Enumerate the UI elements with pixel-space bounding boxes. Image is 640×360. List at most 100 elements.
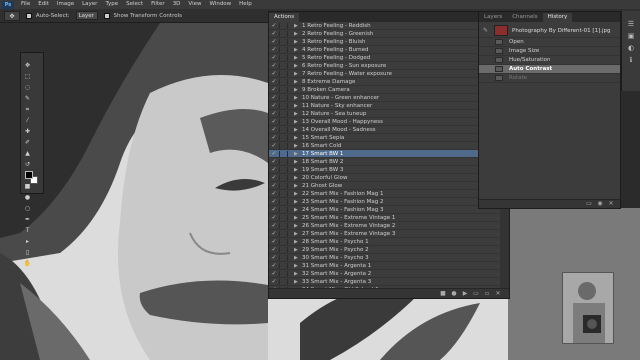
action-item[interactable]: ✓ ▶ 4 Retro Feeling - Burned (269, 46, 499, 54)
history-state[interactable]: Open (479, 38, 620, 47)
toggle-item-check-icon[interactable]: ✓ (269, 262, 279, 269)
action-item[interactable]: ✓ ▶ 1 Retro Feeling - Reddish (269, 22, 499, 30)
expand-triangle-icon[interactable]: ▶ (294, 71, 302, 77)
toggle-item-check-icon[interactable]: ✓ (269, 102, 279, 109)
toggle-dialog-box[interactable] (279, 262, 288, 269)
action-item[interactable]: ✓ ▶ 19 Smart BW 3 (269, 166, 499, 174)
toggle-item-check-icon[interactable]: ✓ (269, 190, 279, 197)
toggle-item-check-icon[interactable]: ✓ (269, 238, 279, 245)
toggle-item-check-icon[interactable]: ✓ (269, 30, 279, 37)
delete-action-icon[interactable]: ✕ (495, 290, 501, 297)
menu-view[interactable]: View (184, 0, 205, 9)
toggle-item-check-icon[interactable]: ✓ (269, 94, 279, 101)
action-item[interactable]: ✓ ▶ 14 Overall Mood - Sadness (269, 126, 499, 134)
toggle-dialog-box[interactable] (279, 206, 288, 213)
expand-triangle-icon[interactable]: ▶ (294, 271, 302, 277)
toggle-item-check-icon[interactable]: ✓ (269, 78, 279, 85)
action-item[interactable]: ✓ ▶ 28 Smart Mix - Psycho 1 (269, 238, 499, 246)
camera-snapshot-icon[interactable]: ◉ (597, 201, 603, 207)
toggle-dialog-box[interactable] (279, 22, 288, 29)
toggle-dialog-box[interactable] (279, 54, 288, 61)
marquee-tool-icon[interactable]: ⬚ (23, 72, 32, 81)
action-item[interactable]: ✓ ▶ 30 Smart Mix - Psycho 3 (269, 254, 499, 262)
toggle-dialog-box[interactable] (279, 254, 288, 261)
action-item[interactable]: ✓ ▶ 27 Smart Mix - Extreme Vintage 3 (269, 230, 499, 238)
adjustments-dock-icon[interactable]: ◐ (626, 44, 637, 53)
expand-triangle-icon[interactable]: ▶ (294, 23, 302, 29)
menu-image[interactable]: Image (53, 0, 78, 9)
history-snapshot[interactable]: ✎ Photography By Different-01 [1].jpg (479, 24, 620, 38)
action-item[interactable]: ✓ ▶ 33 Smart Mix - Argenta 3 (269, 278, 499, 286)
play-icon[interactable]: ▶ (462, 290, 468, 297)
history-state[interactable]: Hue/Saturation (479, 56, 620, 65)
move-tool-preset-icon[interactable]: ✥ (4, 10, 20, 21)
brush-tool-icon[interactable]: ✐ (23, 138, 32, 147)
toggle-item-check-icon[interactable]: ✓ (269, 158, 279, 165)
toggle-dialog-box[interactable] (279, 118, 288, 125)
toggle-item-check-icon[interactable]: ✓ (269, 270, 279, 277)
action-item[interactable]: ✓ ▶ 26 Smart Mix - Extreme Vintage 2 (269, 222, 499, 230)
expand-triangle-icon[interactable]: ▶ (294, 87, 302, 93)
expand-triangle-icon[interactable]: ▶ (294, 191, 302, 197)
toggle-dialog-box[interactable] (279, 142, 288, 149)
toggle-item-check-icon[interactable]: ✓ (269, 54, 279, 61)
tab-actions[interactable]: Actions (269, 13, 300, 22)
toggle-item-check-icon[interactable]: ✓ (269, 38, 279, 45)
action-item[interactable]: ✓ ▶ 17 Smart BW 1 (269, 150, 499, 158)
action-item[interactable]: ✓ ▶ 5 Retro Feeling - Dodged (269, 54, 499, 62)
move-tool-icon[interactable]: ✥ (23, 61, 32, 70)
expand-triangle-icon[interactable]: ▶ (294, 199, 302, 205)
hand-tool-icon[interactable]: ✋ (23, 259, 32, 268)
action-item[interactable]: ✓ ▶ 24 Smart Mix - Fashion Mag 3 (269, 206, 499, 214)
toggle-dialog-box[interactable] (279, 182, 288, 189)
toggle-item-check-icon[interactable]: ✓ (269, 150, 279, 157)
expand-triangle-icon[interactable]: ▶ (294, 143, 302, 149)
blur-tool-icon[interactable]: ● (23, 193, 32, 202)
history-brush-icon[interactable]: ↺ (23, 160, 32, 169)
record-icon[interactable]: ● (451, 290, 457, 297)
tab-channels[interactable]: Channels (507, 13, 542, 22)
expand-triangle-icon[interactable]: ▶ (294, 103, 302, 109)
expand-triangle-icon[interactable]: ▶ (294, 239, 302, 245)
expand-triangle-icon[interactable]: ▶ (294, 175, 302, 181)
action-item[interactable]: ✓ ▶ 2 Retro Feeling - Greenish (269, 30, 499, 38)
history-state[interactable]: Auto Contrast (479, 65, 620, 74)
auto-select-checkbox[interactable] (26, 12, 32, 19)
expand-triangle-icon[interactable]: ▶ (294, 127, 302, 133)
dodge-tool-icon[interactable]: ○ (23, 204, 32, 213)
expand-triangle-icon[interactable]: ▶ (294, 95, 302, 101)
toggle-item-check-icon[interactable]: ✓ (269, 22, 279, 29)
action-item[interactable]: ✓ ▶ 16 Smart Cold (269, 142, 499, 150)
toggle-dialog-box[interactable] (279, 86, 288, 93)
lasso-tool-icon[interactable]: ◌ (23, 83, 32, 92)
menu-window[interactable]: Window (205, 0, 235, 9)
action-item[interactable]: ✓ ▶ 3 Retro Feeling - Bluish (269, 38, 499, 46)
toggle-item-check-icon[interactable]: ✓ (269, 182, 279, 189)
transform-controls-option[interactable]: Show Transform Controls (103, 12, 182, 19)
expand-triangle-icon[interactable]: ▶ (294, 263, 302, 269)
properties-dock-icon[interactable]: ▣ (626, 32, 637, 41)
action-item[interactable]: ✓ ▶ 18 Smart BW 2 (269, 158, 499, 166)
zoom-tool-icon[interactable]: ⌕ (23, 270, 32, 279)
toggle-dialog-box[interactable] (279, 70, 288, 77)
type-tool-icon[interactable]: T (23, 226, 32, 235)
toggle-dialog-box[interactable] (279, 110, 288, 117)
expand-triangle-icon[interactable]: ▶ (294, 167, 302, 173)
toggle-dialog-box[interactable] (279, 134, 288, 141)
auto-select-dropdown[interactable]: Layer (75, 11, 98, 20)
quick-select-tool-icon[interactable]: ✎ (23, 94, 32, 103)
toggle-item-check-icon[interactable]: ✓ (269, 254, 279, 261)
expand-triangle-icon[interactable]: ▶ (294, 39, 302, 45)
toggle-item-check-icon[interactable]: ✓ (269, 278, 279, 285)
toggle-item-check-icon[interactable]: ✓ (269, 110, 279, 117)
action-item[interactable]: ✓ ▶ 31 Smart Mix - Argenta 1 (269, 262, 499, 270)
expand-triangle-icon[interactable]: ▶ (294, 79, 302, 85)
new-action-icon[interactable]: ▫ (484, 290, 490, 297)
info-dock-icon[interactable]: ℹ (626, 56, 637, 65)
new-set-icon[interactable]: ▭ (473, 290, 479, 297)
expand-triangle-icon[interactable]: ▶ (294, 111, 302, 117)
toggle-item-check-icon[interactable]: ✓ (269, 70, 279, 77)
action-item[interactable]: ✓ ▶ 13 Overall Mood - Happyness (269, 118, 499, 126)
toggle-dialog-box[interactable] (279, 174, 288, 181)
toggle-item-check-icon[interactable]: ✓ (269, 206, 279, 213)
